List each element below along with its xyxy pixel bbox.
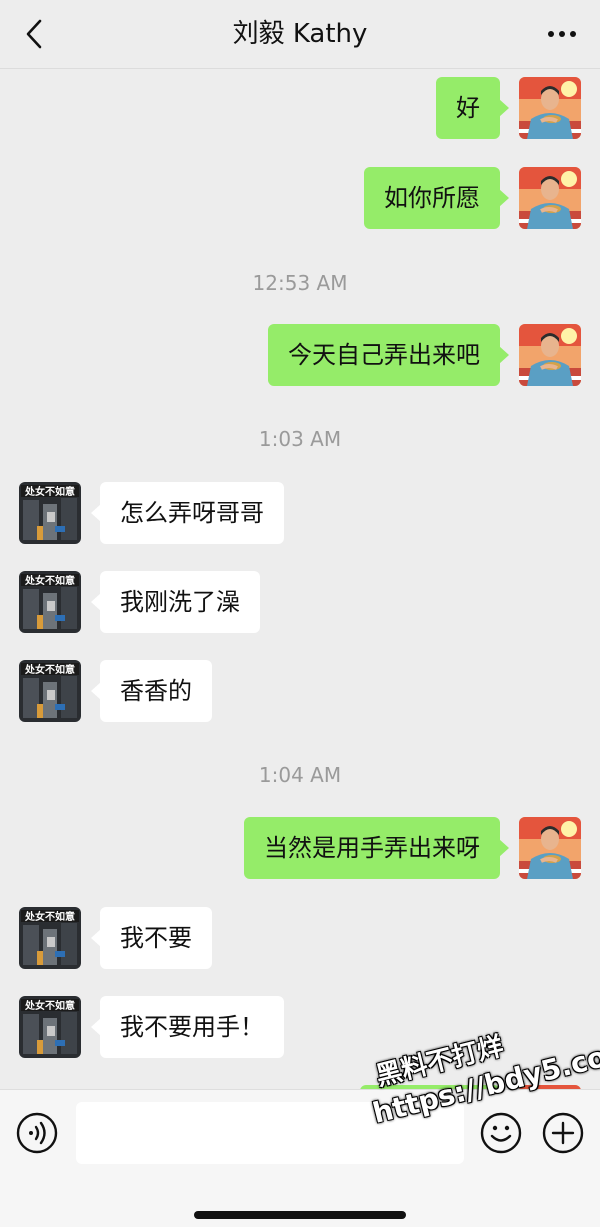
input-bar (0, 1089, 600, 1227)
chat-header: 刘毅 Kathy (0, 0, 600, 69)
chevron-left-icon (26, 19, 42, 49)
message-row: 我不要用手！ (0, 996, 600, 1058)
message-bubble-sent[interactable]: 当然是用手弄出来呀 (244, 817, 509, 879)
my-avatar[interactable] (519, 817, 581, 879)
message-row: 怎么弄呀哥哥 (0, 482, 600, 544)
message-row: 好 (0, 77, 600, 139)
contact-avatar[interactable] (19, 996, 81, 1058)
contact-avatar[interactable] (19, 482, 81, 544)
voice-icon (16, 1112, 58, 1154)
contact-avatar[interactable] (19, 660, 81, 722)
plus-button[interactable] (542, 1112, 584, 1154)
back-button[interactable] (18, 16, 50, 52)
voice-button[interactable] (16, 1112, 58, 1154)
emoji-icon (480, 1112, 522, 1154)
message-timestamp: 1:03 AM (258, 427, 342, 451)
message-row: 当然是用手弄出来呀 (0, 817, 600, 879)
message-list[interactable]: 好 如你所愿 12:53 AM 今天自己弄出来吧 1:03 AM 怎么弄呀哥哥 … (0, 69, 600, 1089)
contact-avatar[interactable] (19, 907, 81, 969)
my-avatar[interactable] (519, 167, 581, 229)
contact-avatar[interactable] (19, 571, 81, 633)
my-avatar[interactable] (519, 324, 581, 386)
more-button[interactable] (542, 16, 582, 52)
message-bubble-sent[interactable]: 如你所愿 (364, 167, 509, 229)
message-row: 我刚洗了澡 (0, 571, 600, 633)
message-bubble-received[interactable]: 我不要用手！ (91, 996, 284, 1058)
plus-icon (542, 1112, 584, 1154)
message-bubble-sent[interactable]: 好 (436, 77, 509, 139)
more-dots-icon (548, 31, 576, 37)
message-row: 香香的 (0, 660, 600, 722)
message-row: 我不要 (0, 907, 600, 969)
message-row: 如你所愿 (0, 167, 600, 229)
message-bubble-received[interactable]: 我刚洗了澡 (91, 571, 260, 633)
message-bubble-received[interactable]: 我不要 (91, 907, 212, 969)
message-row: 今天自己弄出来吧 (0, 324, 600, 386)
message-bubble-received[interactable]: 香香的 (91, 660, 212, 722)
message-timestamp: 1:04 AM (258, 763, 342, 787)
message-input[interactable] (76, 1102, 464, 1164)
emoji-button[interactable] (480, 1112, 522, 1154)
chat-title: 刘毅 Kathy (232, 19, 368, 49)
message-timestamp: 12:53 AM (252, 271, 348, 295)
home-indicator (194, 1211, 406, 1219)
my-avatar[interactable] (519, 77, 581, 139)
message-bubble-received[interactable]: 怎么弄呀哥哥 (91, 482, 284, 544)
message-bubble-sent[interactable]: 今天自己弄出来吧 (268, 324, 509, 386)
